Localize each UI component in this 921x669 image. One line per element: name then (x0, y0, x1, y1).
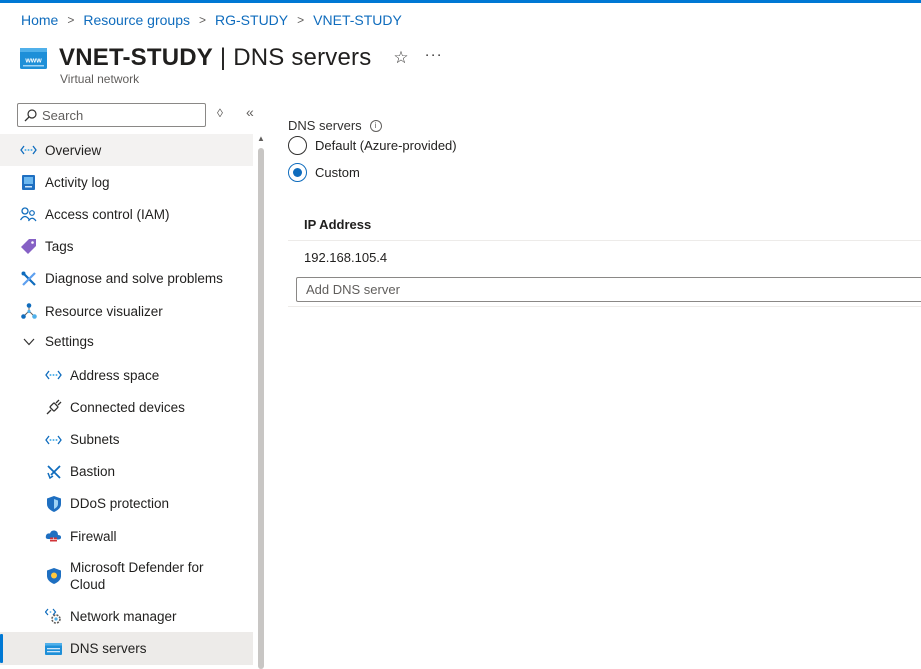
sidebar-item-access-control[interactable]: Access control (IAM) (0, 198, 253, 230)
sidebar-item-label: Bastion (70, 464, 116, 480)
address-space-icon (45, 367, 62, 384)
sidebar-item-label: DNS servers (70, 641, 147, 657)
breadcrumb-resource-group[interactable]: RG-STUDY (215, 12, 288, 28)
title-separator: | (213, 44, 234, 71)
sidebar-item-bastion[interactable]: Bastion (0, 456, 253, 488)
sidebar-item-label: Activity log (45, 174, 110, 190)
top-accent-bar (0, 0, 921, 3)
plug-icon (45, 399, 62, 416)
dns-server-table: IP Address 192.168.105.4 (288, 208, 921, 307)
sidebar-search[interactable] (17, 103, 206, 127)
table-row[interactable]: 192.168.105.4 (288, 241, 921, 274)
dns-servers-label-text: DNS servers (288, 118, 362, 133)
breadcrumb: Home > Resource groups > RG-STUDY > VNET… (21, 12, 402, 28)
iam-icon (20, 206, 37, 223)
dns-resource-icon: www (20, 47, 47, 69)
sidebar-item-label: Network manager (70, 608, 177, 624)
page-header: www VNET-STUDY | DNS servers ☆ ··· (20, 44, 443, 72)
search-input[interactable] (42, 107, 202, 123)
favorite-star-icon[interactable]: ☆ (393, 48, 408, 68)
sidebar-item-address-space[interactable]: Address space (0, 359, 253, 391)
sidebar-item-network-manager[interactable]: Network manager (0, 600, 253, 632)
radio-label-default: Default (Azure-provided) (315, 138, 457, 153)
sidebar-item-tags[interactable]: Tags (0, 231, 253, 263)
sidebar-item-label: Connected devices (70, 399, 185, 415)
chevron-right-icon: > (297, 13, 305, 27)
radio-default[interactable]: Default (Azure-provided) (288, 136, 921, 155)
sidebar-item-label: Subnets (70, 432, 120, 448)
column-header-ip-address: IP Address (288, 208, 921, 241)
blade-name: DNS servers (233, 44, 372, 71)
sidebar-group-settings[interactable]: Settings (0, 327, 253, 356)
defender-icon (45, 568, 62, 585)
sidebar-scrollbar[interactable]: ▲ (257, 134, 265, 669)
collapse-sidebar-icon[interactable]: « (246, 104, 254, 120)
sidebar-item-ddos-protection[interactable]: DDoS protection (0, 488, 253, 520)
dns-servers-label: DNS servers i (288, 118, 921, 133)
sidebar-item-dns-servers[interactable]: DNS servers (0, 632, 253, 665)
radio-button-custom[interactable] (288, 163, 307, 182)
sidebar-item-firewall[interactable]: Firewall (0, 520, 253, 552)
vnet-icon (20, 142, 37, 159)
sidebar-item-diagnose[interactable]: Diagnose and solve problems (0, 263, 253, 295)
radio-label-custom: Custom (315, 165, 360, 180)
chevron-right-icon: > (199, 13, 207, 27)
add-dns-server-input[interactable] (296, 277, 921, 302)
scroll-up-icon[interactable]: ▲ (257, 134, 265, 143)
scrollbar-thumb[interactable] (258, 148, 264, 669)
sidebar-item-overview[interactable]: Overview (0, 134, 253, 167)
svg-text:www: www (24, 57, 42, 64)
resource-name: VNET-STUDY (59, 44, 214, 71)
more-options-icon[interactable]: ··· (425, 46, 443, 63)
subnet-icon (45, 431, 62, 448)
sidebar-item-resource-visualizer[interactable]: Resource visualizer (0, 295, 253, 327)
page-title: VNET-STUDY | DNS servers (59, 44, 371, 72)
breadcrumb-resource-groups[interactable]: Resource groups (83, 12, 190, 28)
sidebar-item-label: Firewall (70, 528, 117, 544)
radio-button-default[interactable] (288, 136, 307, 155)
search-icon (24, 108, 37, 121)
breadcrumb-home[interactable]: Home (21, 12, 58, 28)
breadcrumb-vnet[interactable]: VNET-STUDY (313, 12, 402, 28)
sidebar-item-connected-devices[interactable]: Connected devices (0, 391, 253, 423)
chevron-right-icon: > (67, 13, 75, 27)
tag-icon (20, 238, 37, 255)
main-content: DNS servers i Default (Azure-provided) C… (288, 118, 921, 307)
sidebar-item-label: Overview (45, 142, 102, 158)
sidebar-item-label: Diagnose and solve problems (45, 271, 223, 287)
chevron-down-icon (20, 333, 37, 350)
sidebar-item-label: Tags (45, 239, 74, 255)
firewall-icon (45, 528, 62, 545)
sidebar-item-label: DDoS protection (70, 496, 170, 512)
sidebar-item-defender-for-cloud[interactable]: Microsoft Defender for Cloud (0, 552, 253, 600)
add-dns-row (288, 274, 921, 307)
ddos-shield-icon (45, 495, 62, 512)
resource-type: Virtual network (60, 72, 140, 86)
info-icon[interactable]: i (369, 119, 382, 132)
sidebar-item-subnets[interactable]: Subnets (0, 424, 253, 456)
expand-collapse-icon[interactable]: ◊ (217, 106, 223, 120)
sidebar-item-label: Access control (IAM) (45, 206, 170, 222)
sidebar-item-label: Settings (45, 334, 94, 350)
radio-custom[interactable]: Custom (288, 163, 921, 182)
network-manager-icon (45, 608, 62, 625)
wrench-icon (20, 270, 37, 287)
bastion-icon (45, 463, 62, 480)
sidebar-item-label: Microsoft Defender for Cloud (70, 560, 204, 593)
sidebar-item-activity-log[interactable]: Activity log (0, 166, 253, 198)
dns-icon (45, 640, 62, 657)
sidebar-item-label: Address space (70, 367, 160, 383)
sidebar: Overview Activity log Access control (IA… (0, 134, 253, 665)
activity-log-icon (20, 174, 37, 191)
visualizer-icon (20, 303, 37, 320)
sidebar-item-label: Resource visualizer (45, 303, 163, 319)
